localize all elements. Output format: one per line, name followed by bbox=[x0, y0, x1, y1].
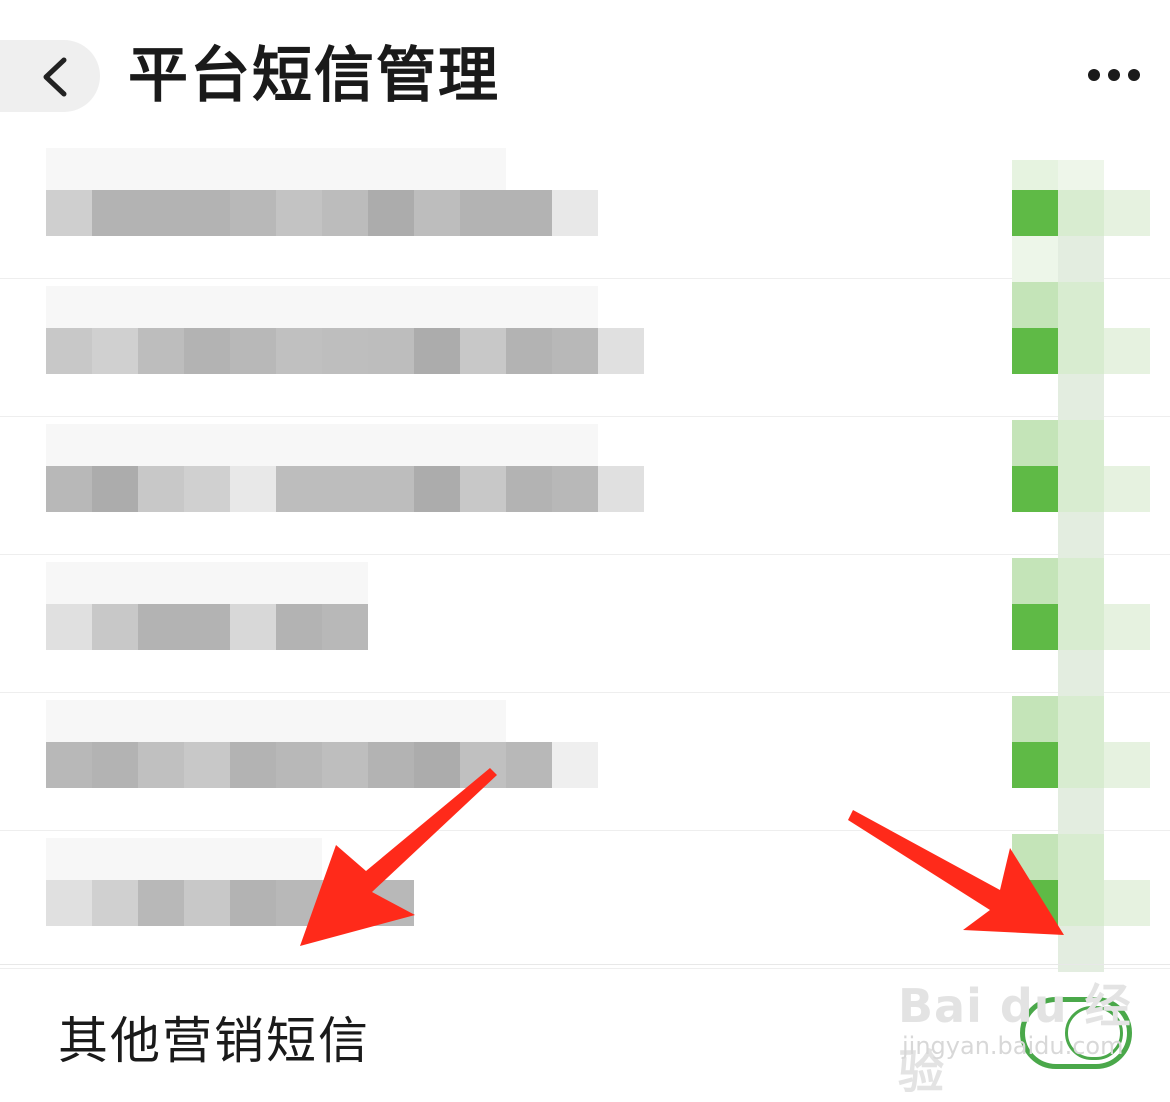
list-item[interactable] bbox=[0, 416, 1170, 558]
toggle-switch-redacted[interactable] bbox=[966, 416, 1170, 558]
list-item[interactable] bbox=[0, 692, 1170, 834]
redacted-label-blur bbox=[46, 286, 598, 332]
more-button[interactable] bbox=[1084, 62, 1144, 88]
toggle-switch[interactable] bbox=[1020, 997, 1132, 1069]
redacted-label-blur bbox=[46, 424, 598, 470]
list-item[interactable] bbox=[0, 140, 1170, 282]
list-item-label: 其他营销短信 bbox=[58, 1012, 370, 1070]
redacted-label bbox=[46, 466, 644, 512]
list-item-other-marketing-sms[interactable]: 其他营销短信 bbox=[0, 964, 1170, 1095]
toggle-switch-redacted[interactable] bbox=[966, 554, 1170, 696]
toggle-switch-redacted[interactable] bbox=[966, 278, 1170, 420]
toggle-switch-redacted[interactable] bbox=[966, 692, 1170, 834]
redacted-label-blur bbox=[46, 700, 506, 746]
chevron-left-icon bbox=[43, 57, 67, 97]
redacted-label-blur bbox=[46, 838, 322, 884]
list-item[interactable] bbox=[0, 830, 1170, 972]
toggle-switch-redacted[interactable] bbox=[966, 140, 1170, 282]
redacted-label-blur bbox=[46, 148, 506, 194]
redacted-label bbox=[46, 742, 598, 788]
list-item[interactable] bbox=[0, 278, 1170, 420]
page-title: 平台短信管理 bbox=[128, 41, 500, 111]
redacted-label bbox=[46, 328, 644, 374]
list-item[interactable] bbox=[0, 554, 1170, 696]
redacted-label-blur bbox=[46, 562, 368, 608]
app-header: 平台短信管理 bbox=[0, 0, 1170, 150]
toggle-switch-redacted[interactable] bbox=[966, 830, 1170, 972]
redacted-label bbox=[46, 880, 414, 926]
toggle-knob bbox=[1065, 1006, 1123, 1060]
redacted-label bbox=[46, 190, 598, 236]
redacted-label bbox=[46, 604, 368, 650]
more-horizontal-icon bbox=[1088, 69, 1100, 81]
back-button[interactable] bbox=[0, 40, 100, 112]
